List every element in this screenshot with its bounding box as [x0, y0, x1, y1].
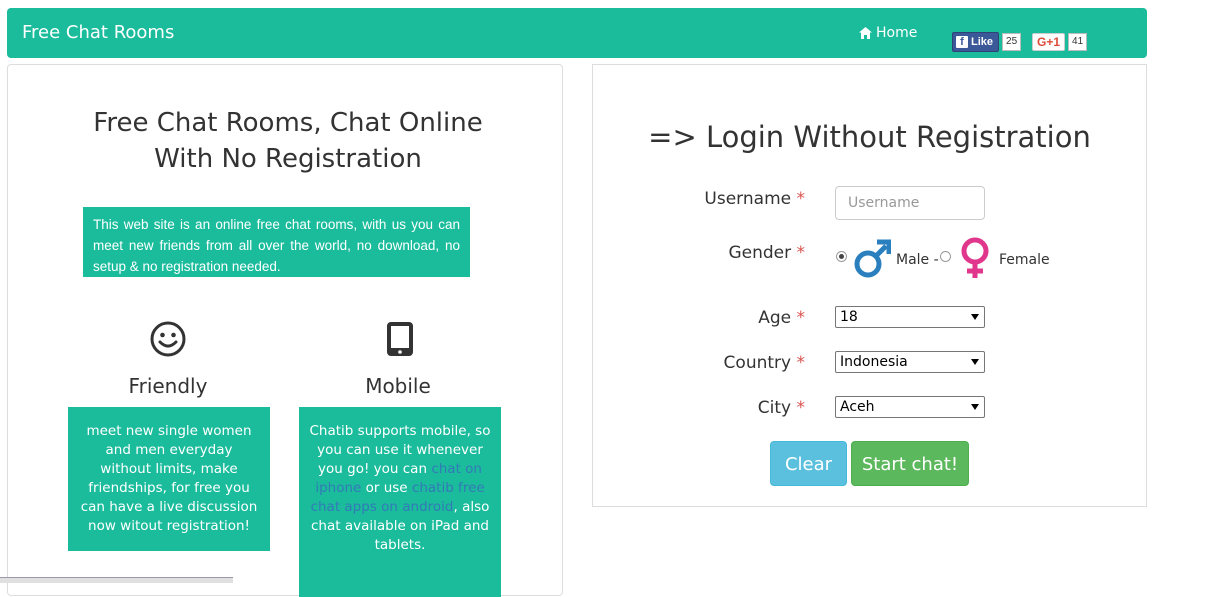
female-icon: [961, 237, 989, 278]
brand-title[interactable]: Free Chat Rooms: [22, 22, 174, 44]
required-mark: *: [796, 308, 806, 328]
country-select[interactable]: Indonesia: [835, 351, 985, 373]
mobile-text-mid: or use: [361, 480, 412, 496]
female-radio[interactable]: [940, 251, 951, 262]
info-panel: Free Chat Rooms, Chat Online With No Reg…: [7, 64, 563, 597]
facebook-like-label: Like: [971, 36, 994, 48]
tablet-icon: [387, 322, 413, 356]
nav-home-label: Home: [876, 25, 918, 41]
facebook-like-widget[interactable]: f Like 25: [952, 32, 1022, 52]
feature-box-friendly: meet new single women and men everyday w…: [68, 407, 270, 551]
window-corner-strip: [0, 577, 233, 583]
username-input[interactable]: [835, 186, 985, 220]
feature-title-friendly: Friendly: [128, 374, 208, 398]
clear-button[interactable]: Clear: [770, 441, 847, 486]
login-title: => Login Without Registration: [648, 120, 1091, 154]
age-select-value: 18: [840, 309, 858, 325]
city-select[interactable]: Aceh: [835, 396, 985, 418]
male-radio[interactable]: [836, 251, 847, 262]
dropdown-arrow-icon: [971, 359, 979, 365]
home-icon: [859, 27, 872, 39]
username-label: Username *: [704, 189, 806, 209]
dropdown-arrow-icon: [971, 404, 979, 410]
city-label: City *: [757, 398, 806, 418]
age-select[interactable]: 18: [835, 306, 985, 328]
dropdown-arrow-icon: [971, 314, 979, 320]
country-label: Country *: [723, 353, 806, 373]
female-label: Female: [999, 252, 1050, 268]
feature-box-mobile: Chatib supports mobile, so you can use i…: [299, 407, 501, 597]
intro-box: This web site is an online free chat roo…: [83, 207, 470, 277]
smile-icon: [150, 321, 186, 357]
country-select-value: Indonesia: [840, 354, 908, 370]
navbar: Free Chat Rooms Home f Like 25 G+1 41: [7, 8, 1147, 58]
gender-label: Gender *: [728, 243, 806, 263]
required-mark: *: [796, 189, 806, 209]
feature-title-mobile: Mobile: [365, 374, 431, 398]
facebook-like-button[interactable]: f Like: [952, 32, 1000, 52]
male-icon: [854, 239, 891, 278]
nav-home-link[interactable]: Home: [859, 24, 917, 42]
gplus-button[interactable]: G+1: [1032, 33, 1066, 51]
facebook-like-count: 25: [1002, 33, 1022, 51]
city-select-value: Aceh: [840, 399, 875, 415]
required-mark: *: [796, 398, 806, 418]
male-label: Male -: [896, 252, 939, 268]
page-title: Free Chat Rooms, Chat Online With No Reg…: [93, 108, 483, 174]
login-panel: => Login Without Registration Username *…: [592, 64, 1147, 507]
required-mark: *: [796, 353, 806, 373]
gplus-widget[interactable]: G+1 41: [1032, 32, 1088, 52]
facebook-icon: f: [956, 36, 968, 48]
required-mark: *: [796, 243, 806, 263]
age-label: Age *: [758, 308, 806, 328]
gplus-count: 41: [1068, 33, 1088, 51]
start-chat-button[interactable]: Start chat!: [851, 441, 969, 486]
